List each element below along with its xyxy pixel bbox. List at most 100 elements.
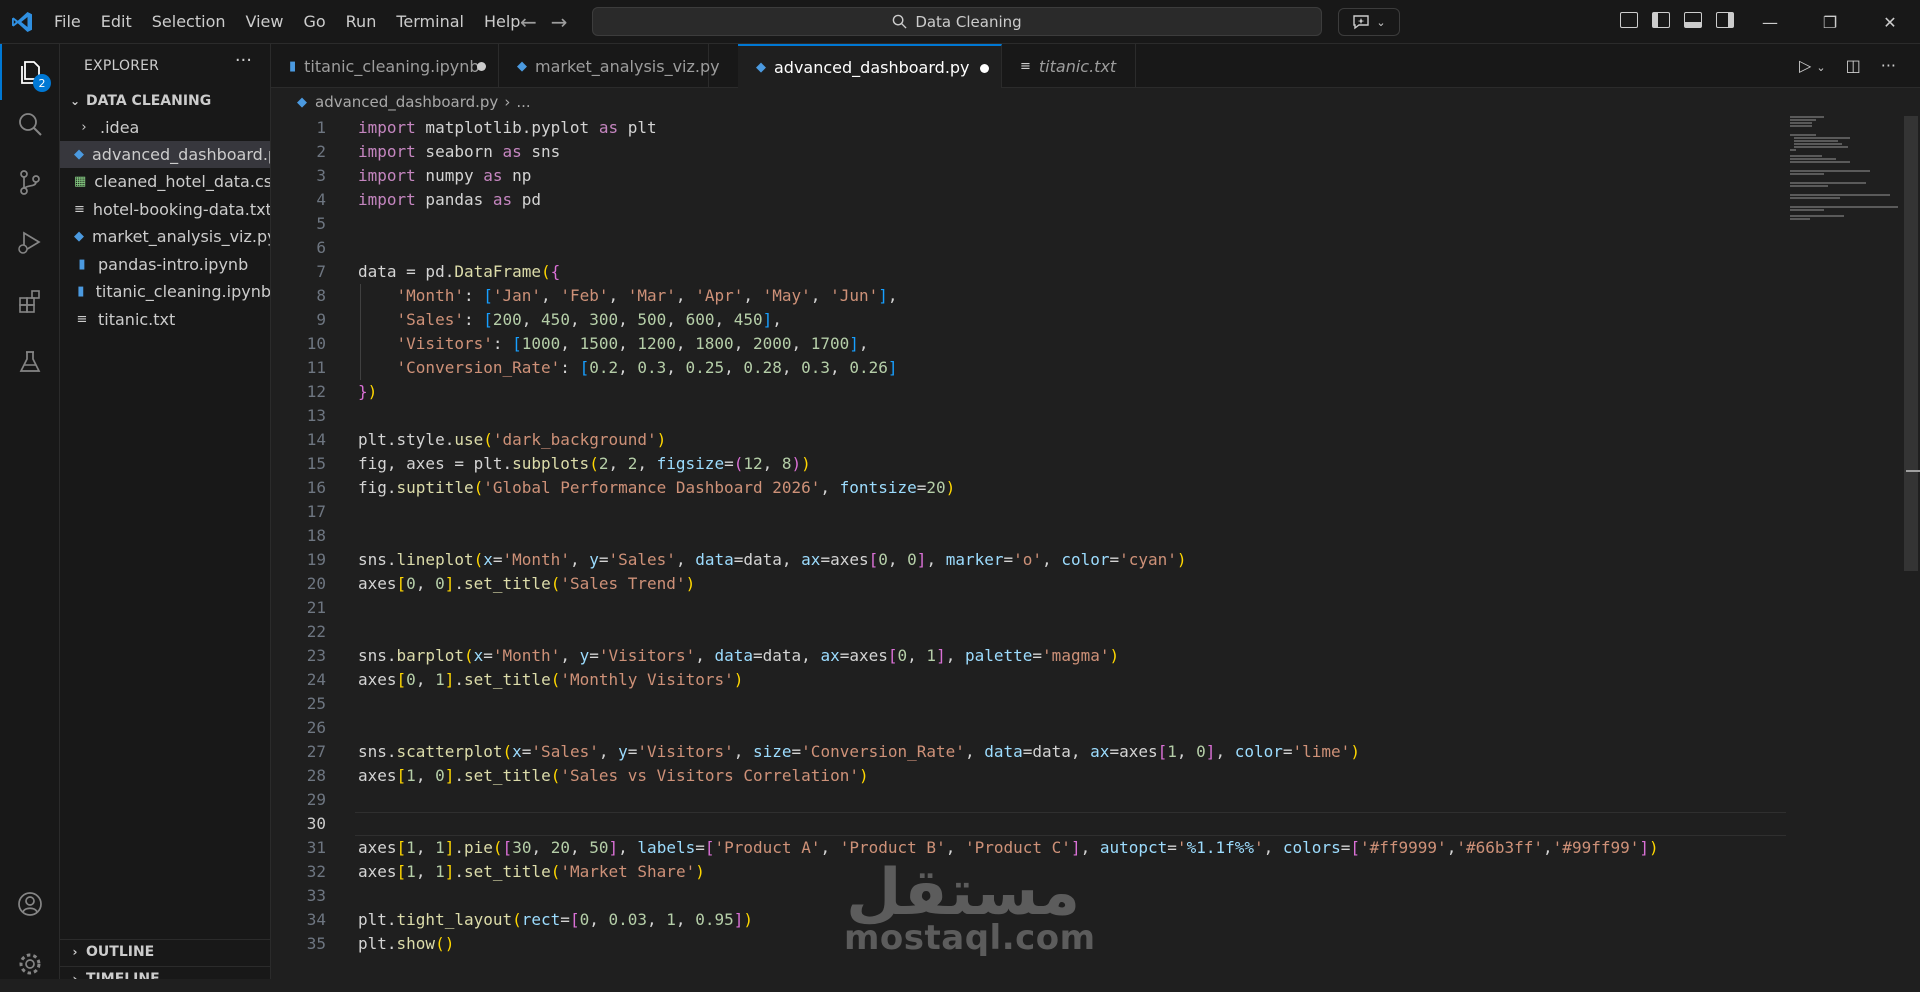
tab-label: titanic_cleaning.ipynb: [304, 56, 480, 76]
tab-label: market_analysis_viz.py: [535, 56, 720, 76]
window-controls: — ❐ ✕: [1740, 0, 1920, 44]
tree-item-hotel-booking-data[interactable]: ≡ hotel-booking-data.txt: [60, 196, 271, 223]
breadcrumb-file[interactable]: advanced_dashboard.py: [315, 93, 498, 111]
tab-titanic-cleaning[interactable]: ▮ titanic_cleaning.ipynb: [271, 44, 499, 88]
tree-item-label: titanic.txt: [98, 310, 176, 329]
testing-activity[interactable]: [0, 334, 60, 390]
tree-item-idea[interactable]: › .idea: [60, 114, 270, 141]
python-file-icon: ◆: [74, 147, 84, 162]
menu-run[interactable]: Run: [336, 0, 387, 44]
customize-layout-icon[interactable]: [1620, 12, 1638, 28]
tree-item-label: pandas-intro.ipynb: [98, 255, 249, 274]
minimap[interactable]: [1786, 116, 1900, 979]
forward-arrow-icon[interactable]: →: [551, 10, 568, 34]
search-activity[interactable]: [0, 96, 60, 152]
search-icon: [893, 14, 907, 29]
search-label: Data Cleaning: [915, 12, 1022, 31]
manage-activity[interactable]: [0, 936, 60, 992]
code-line: 26: [306, 718, 326, 737]
tree-item-advanced-dashboard[interactable]: ◆ advanced_dashboard.py: [60, 141, 271, 168]
run-python-file-icon[interactable]: ▷ ⌄: [1799, 56, 1826, 75]
copilot-chat-button[interactable]: ⌄: [1338, 8, 1400, 36]
extensions-activity[interactable]: [0, 274, 60, 330]
toggle-primary-sidebar-icon[interactable]: [1652, 12, 1670, 28]
activity-bar: 2: [0, 44, 60, 979]
more-actions-icon[interactable]: ···: [235, 50, 252, 71]
tree-item-label: hotel-booking-data.txt: [92, 200, 271, 219]
source-control-activity[interactable]: [0, 154, 60, 210]
text-file-icon: ≡: [76, 312, 88, 327]
run-debug-activity[interactable]: [0, 214, 60, 270]
accounts-activity[interactable]: [0, 876, 60, 932]
code-editor[interactable]: 1 import matplotlib.pyplot as plt 2 import…: [271, 116, 1786, 979]
explorer-activity[interactable]: 2: [0, 44, 60, 100]
scrollbar-cursor-marker: [1906, 470, 1920, 472]
restore-icon[interactable]: ❐: [1800, 0, 1860, 44]
unsaved-dot-icon[interactable]: [980, 64, 989, 73]
navigation-arrows: ← →: [520, 10, 568, 34]
tab-titanic-txt[interactable]: ≡ titanic.txt: [1002, 44, 1136, 88]
notebook-file-icon: ▮: [289, 58, 297, 74]
code-line: 29: [306, 790, 326, 809]
tab-advanced-dashboard[interactable]: ◆ advanced_dashboard.py: [738, 44, 1002, 89]
breadcrumb-symbols[interactable]: ...: [516, 93, 530, 111]
unsaved-dot-icon[interactable]: [477, 62, 486, 71]
code-line: 16 fig.suptitle('Global Performance Dashb…: [306, 478, 956, 497]
scrollbar-thumb[interactable]: [1904, 116, 1918, 571]
code-line: 2 import seaborn as sns: [316, 142, 561, 161]
code-line: 22: [306, 622, 326, 641]
code-line: 7 data = pd.DataFrame({: [316, 262, 561, 281]
code-line: 10 'Visitors': [1000, 1500, 1200, 1800, …: [306, 334, 869, 353]
code-line: 20 axes[0, 0].set_title('Sales Trend'): [306, 574, 696, 593]
source-control-icon: [20, 170, 40, 195]
back-arrow-icon[interactable]: ←: [520, 10, 537, 34]
timeline-section-header[interactable]: › TIMELINE: [60, 966, 270, 979]
outline-label: OUTLINE: [86, 944, 155, 960]
tree-item-market-analysis-viz[interactable]: ◆ market_analysis_viz.py: [60, 223, 271, 250]
python-file-icon: ◆: [756, 60, 766, 75]
menu-terminal[interactable]: Terminal: [386, 0, 474, 44]
tree-item-pandas-intro[interactable]: ▮ pandas-intro.ipynb: [60, 251, 270, 278]
chevron-right-icon: ›: [81, 120, 87, 135]
tree-item-label: advanced_dashboard.py: [92, 145, 271, 164]
close-icon[interactable]: ✕: [1860, 0, 1920, 44]
code-line: 19 sns.lineplot(x='Month', y='Sales', dat…: [306, 550, 1187, 569]
split-editor-icon[interactable]: ◫: [1846, 56, 1861, 75]
breadcrumb: ◆ advanced_dashboard.py › ...: [271, 88, 1920, 116]
code-line: 15 fig, axes = plt.subplots(2, 2, figsize…: [306, 454, 811, 473]
menu-edit[interactable]: Edit: [91, 0, 142, 44]
outline-section-header[interactable]: › OUTLINE: [60, 939, 270, 964]
minimize-icon[interactable]: —: [1740, 0, 1800, 44]
tree-item-label: market_analysis_viz.py: [92, 227, 271, 246]
toggle-secondary-sidebar-icon[interactable]: [1716, 12, 1734, 28]
tab-market-analysis-viz[interactable]: ◆ market_analysis_viz.py: [499, 44, 720, 88]
text-file-icon: ≡: [1020, 58, 1031, 74]
code-line: 17: [306, 502, 326, 521]
csv-file-icon: ▦: [74, 174, 87, 189]
tree-item-cleaned-hotel-data[interactable]: ▦ cleaned_hotel_data.csv: [60, 168, 270, 195]
vscode-logo-icon[interactable]: [10, 10, 34, 34]
editor-scrollbar[interactable]: [1902, 116, 1920, 979]
timeline-label: TIMELINE: [86, 971, 160, 979]
mostaql-watermark: مستقل mostaql.com: [838, 856, 1095, 958]
more-actions-icon[interactable]: ···: [1881, 56, 1896, 75]
explorer-title: EXPLORER: [84, 58, 160, 74]
menu-view[interactable]: View: [236, 0, 294, 44]
code-line: 24 axes[0, 1].set_title('Monthly Visitors…: [306, 670, 744, 689]
tree-item-titanic-cleaning[interactable]: ▮ titanic_cleaning.ipynb: [60, 278, 270, 305]
code-line: 12}): [306, 382, 378, 401]
editor-tabs: ▮ titanic_cleaning.ipynb ◆ market_analys…: [271, 44, 1920, 89]
command-center-search[interactable]: Data Cleaning: [592, 7, 1322, 36]
menu-go[interactable]: Go: [293, 0, 335, 44]
watermark-latin: mostaql.com: [844, 918, 1096, 958]
title-bar: File Edit Selection View Go Run Terminal…: [0, 0, 1920, 44]
folder-header-data-cleaning[interactable]: ⌄ DATA CLEANING: [60, 89, 270, 113]
tab-label: advanced_dashboard.py: [774, 58, 970, 77]
code-line: 3 import numpy as np: [316, 166, 532, 185]
chevron-down-icon: ⌄: [69, 94, 81, 108]
menu-file[interactable]: File: [44, 0, 91, 44]
menu-selection[interactable]: Selection: [142, 0, 236, 44]
toggle-panel-icon[interactable]: [1684, 12, 1702, 28]
gear-icon: [19, 953, 41, 975]
tree-item-titanic-txt[interactable]: ≡ titanic.txt: [60, 306, 270, 333]
